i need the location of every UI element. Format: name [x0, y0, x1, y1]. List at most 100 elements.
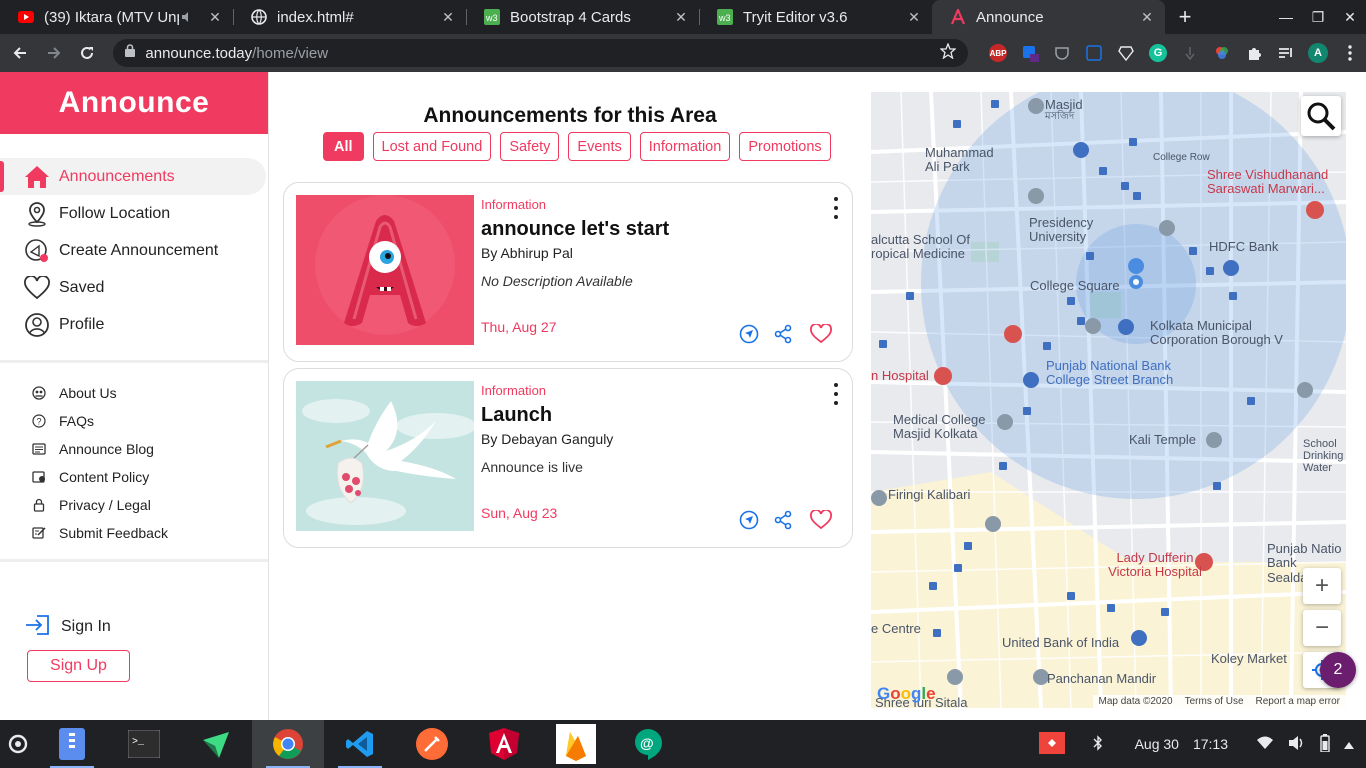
volume-icon[interactable]: [1288, 735, 1306, 754]
menu-item-profile[interactable]: Profile: [0, 306, 268, 343]
announcement-author: By Debayan Ganguly: [481, 431, 614, 447]
menu-item-announcements[interactable]: Announcements: [0, 158, 266, 195]
filter-chip-all[interactable]: All: [323, 132, 364, 161]
zoom-out-button[interactable]: −: [1303, 610, 1341, 646]
brand-logo[interactable]: Announce: [0, 72, 268, 134]
puzzle-icon[interactable]: [1238, 39, 1270, 67]
tray-expand-icon[interactable]: [1344, 736, 1354, 752]
sign-up-button[interactable]: Sign Up: [27, 650, 130, 682]
sign-in-link[interactable]: Sign In: [0, 612, 268, 642]
link-label: Content Policy: [59, 469, 150, 485]
menu-item-create-announcement[interactable]: Create Announcement: [0, 232, 268, 269]
color-extension-icon[interactable]: [1206, 39, 1238, 67]
pocket-extension-icon[interactable]: [1046, 39, 1078, 67]
policy-icon: [32, 470, 46, 484]
more-options-icon[interactable]: [830, 383, 842, 405]
terminal-icon[interactable]: >_: [108, 720, 180, 768]
svg-text:?: ?: [37, 417, 42, 427]
browser-tab[interactable]: (39) Iktara (MTV Unp ✕: [0, 0, 233, 34]
link-submit-feedback[interactable]: Submit Feedback: [0, 519, 268, 547]
maximize-icon[interactable]: ❐: [1302, 9, 1334, 26]
map-label: n Hospital: [871, 368, 929, 383]
about-icon: [32, 386, 46, 400]
announcement-card[interactable]: Information Launch By Debayan Ganguly An…: [283, 368, 853, 548]
bluetooth-icon[interactable]: [1093, 734, 1103, 754]
wifi-icon[interactable]: [1256, 736, 1274, 753]
bookmark-star-icon[interactable]: [939, 41, 957, 64]
map-search-button[interactable]: [1301, 96, 1341, 136]
browser-tab[interactable]: w3 Bootstrap 4 Cards ✕: [466, 0, 699, 34]
announcement-title[interactable]: Launch: [481, 404, 552, 427]
menu-item-label: Announcements: [59, 167, 175, 185]
new-tab-button[interactable]: +: [1165, 0, 1205, 34]
media-queue-icon[interactable]: [1270, 39, 1302, 67]
announcement-description: Announce is live: [481, 459, 583, 475]
browser-tab[interactable]: w3 Tryit Editor v3.6 ✕: [699, 0, 932, 34]
main-menu: Announcements Follow Location Create Ann…: [0, 158, 268, 343]
announcement-title[interactable]: announce let's start: [481, 218, 669, 241]
battery-icon[interactable]: [1320, 733, 1330, 755]
share-icon[interactable]: [772, 509, 794, 531]
menu-item-follow-location[interactable]: Follow Location: [0, 195, 268, 232]
profile-avatar[interactable]: A: [1302, 39, 1334, 67]
filter-chip-events[interactable]: Events: [568, 132, 631, 161]
announcement-card[interactable]: Information announce let's start By Abhi…: [283, 182, 853, 362]
filter-chip-information[interactable]: Information: [639, 132, 731, 161]
back-icon[interactable]: [4, 37, 36, 69]
close-tab-icon[interactable]: ✕: [440, 9, 456, 26]
filter-chip-safety[interactable]: Safety: [500, 132, 560, 161]
android-studio-icon[interactable]: [180, 720, 252, 768]
extension-icon[interactable]: [1014, 39, 1046, 67]
link-announce-blog[interactable]: Announce Blog: [0, 435, 268, 463]
navigate-icon[interactable]: [738, 323, 760, 345]
close-tab-icon[interactable]: ✕: [906, 9, 922, 26]
anydesk-icon[interactable]: [1038, 731, 1065, 757]
adblock-extension-icon[interactable]: ABP: [982, 39, 1014, 67]
link-faqs[interactable]: ? FAQs: [0, 407, 268, 435]
browser-tab[interactable]: index.html# ✕: [233, 0, 466, 34]
report-map-error-link[interactable]: Report a map error: [1256, 696, 1340, 707]
reload-icon[interactable]: [72, 37, 104, 69]
forward-icon[interactable]: [38, 37, 70, 69]
extension-icon[interactable]: [1078, 39, 1110, 67]
close-tab-icon[interactable]: ✕: [1139, 9, 1155, 26]
map-label: College Square: [1030, 278, 1120, 293]
postman-icon[interactable]: [396, 720, 468, 768]
notification-badge[interactable]: 2: [1320, 652, 1356, 688]
menu-item-saved[interactable]: Saved: [0, 269, 268, 306]
link-about-us[interactable]: About Us: [0, 379, 268, 407]
browser-menu-icon[interactable]: [1334, 39, 1366, 67]
angular-icon[interactable]: [468, 720, 540, 768]
chrome-icon[interactable]: [252, 720, 324, 768]
link-privacy-legal[interactable]: Privacy / Legal: [0, 491, 268, 519]
navigate-icon[interactable]: [738, 509, 760, 531]
page-title: Announcements for this Area: [423, 104, 717, 127]
extension-icon[interactable]: [1174, 39, 1206, 67]
area-map[interactable]: Masjid মসজিদ Muhammad Ali Park College R…: [871, 92, 1346, 708]
filter-chip-lost-and-found[interactable]: Lost and Found: [372, 132, 492, 161]
browser-tab-active[interactable]: Announce ✕: [932, 0, 1165, 34]
zoom-in-button[interactable]: +: [1303, 568, 1341, 604]
save-heart-icon[interactable]: [810, 323, 832, 345]
filter-chip-promotions[interactable]: Promotions: [739, 132, 831, 161]
share-icon[interactable]: [772, 323, 794, 345]
more-options-icon[interactable]: [830, 197, 842, 219]
speaker-icon: [179, 9, 195, 25]
close-window-icon[interactable]: ✕: [1334, 9, 1366, 26]
firebase-icon[interactable]: [540, 720, 612, 768]
announcement-description: No Description Available: [481, 273, 633, 289]
vscode-icon[interactable]: [324, 720, 396, 768]
save-heart-icon[interactable]: [810, 509, 832, 531]
terms-of-use-link[interactable]: Terms of Use: [1185, 696, 1244, 707]
diamond-extension-icon[interactable]: [1110, 39, 1142, 67]
grammarly-extension-icon[interactable]: G: [1142, 39, 1174, 67]
files-icon[interactable]: [36, 720, 108, 768]
link-content-policy[interactable]: Content Policy: [0, 463, 268, 491]
hangouts-icon[interactable]: @: [612, 720, 684, 768]
address-bar[interactable]: announce.today/home/view: [113, 39, 969, 67]
close-tab-icon[interactable]: ✕: [673, 9, 689, 26]
auth-section: Sign In Sign Up: [0, 562, 268, 682]
launcher-icon[interactable]: [0, 720, 36, 768]
minimize-icon[interactable]: —: [1270, 9, 1302, 25]
close-tab-icon[interactable]: ✕: [207, 9, 223, 26]
